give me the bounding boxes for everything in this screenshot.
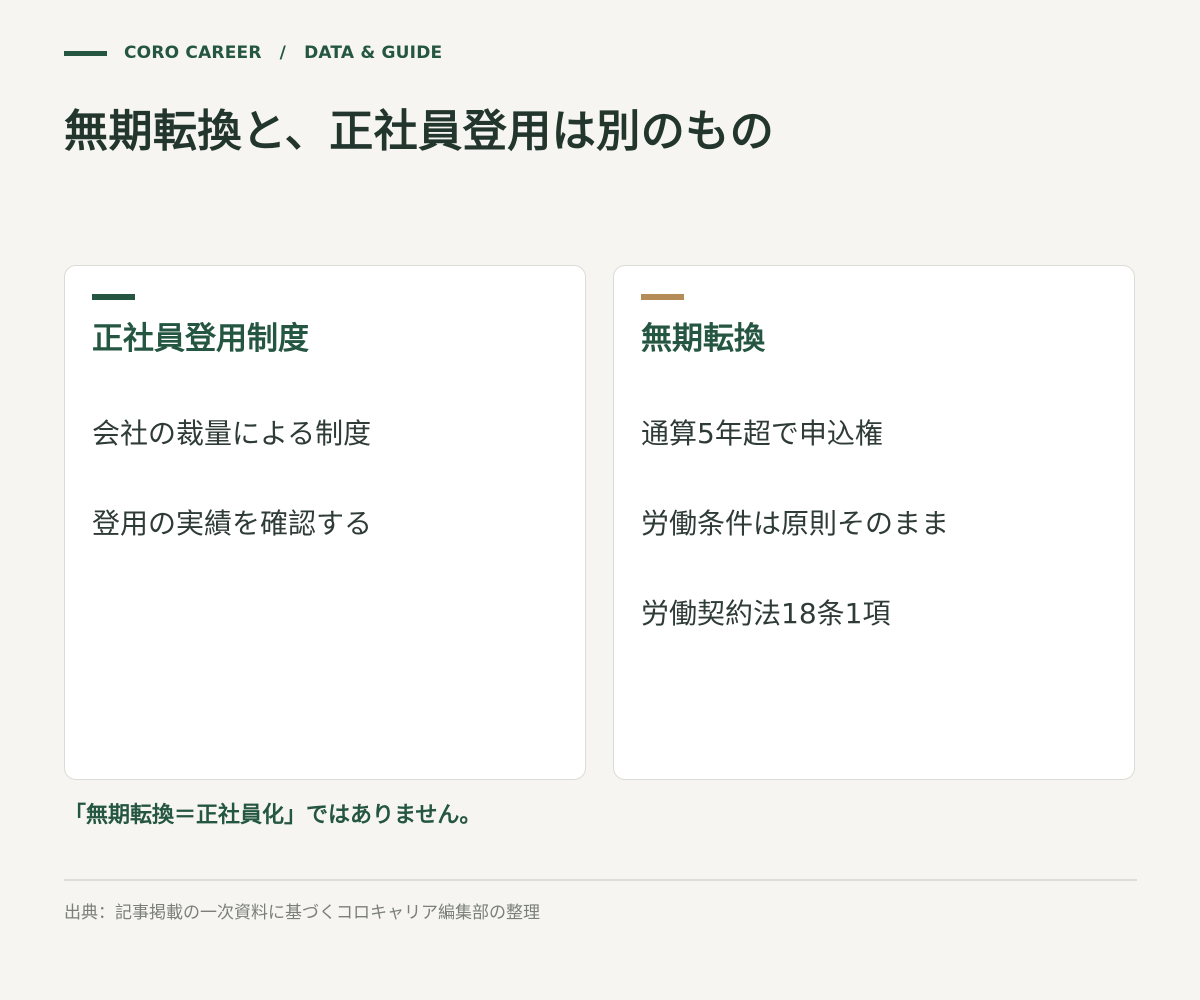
page-title: 無期転換と、正社員登用は別のもの — [64, 106, 775, 157]
card-accent-bar — [92, 294, 135, 300]
brand-name: CORO CAREER — [124, 43, 262, 63]
brand-header: CORO CAREER / DATA & GUIDE — [64, 40, 442, 66]
list-item: 通算5年超で申込権 — [641, 417, 883, 450]
card-title: 正社員登用制度 — [92, 321, 309, 357]
card-list: 会社の裁量による制度 登用の実績を確認する — [92, 414, 372, 594]
list-item: 会社の裁量による制度 — [92, 417, 372, 450]
summary-note: 「無期転換＝正社員化」ではありません。 — [64, 803, 482, 828]
card-list: 通算5年超で申込権 労働条件は原則そのまま 労働契約法18条1項 — [641, 414, 949, 684]
source-citation: 出典：記事掲載の一次資料に基づくコロキャリア編集部の整理 — [64, 903, 540, 923]
card-muki-tenkan: 無期転換 通算5年超で申込権 労働条件は原則そのまま 労働契約法18条1項 — [613, 265, 1135, 780]
card-title: 無期転換 — [641, 321, 765, 357]
list-item: 登用の実績を確認する — [92, 507, 373, 540]
card-seishain-toyo: 正社員登用制度 会社の裁量による制度 登用の実績を確認する — [64, 265, 586, 780]
list-item: 労働条件は原則そのまま — [641, 507, 950, 540]
header-accent-bar — [64, 50, 107, 56]
footer-divider — [64, 879, 1137, 881]
section-name: DATA & GUIDE — [304, 43, 443, 63]
breadcrumb-separator: / — [279, 43, 287, 63]
card-accent-bar — [641, 294, 684, 300]
list-item: 労働契約法18条1項 — [641, 597, 891, 630]
